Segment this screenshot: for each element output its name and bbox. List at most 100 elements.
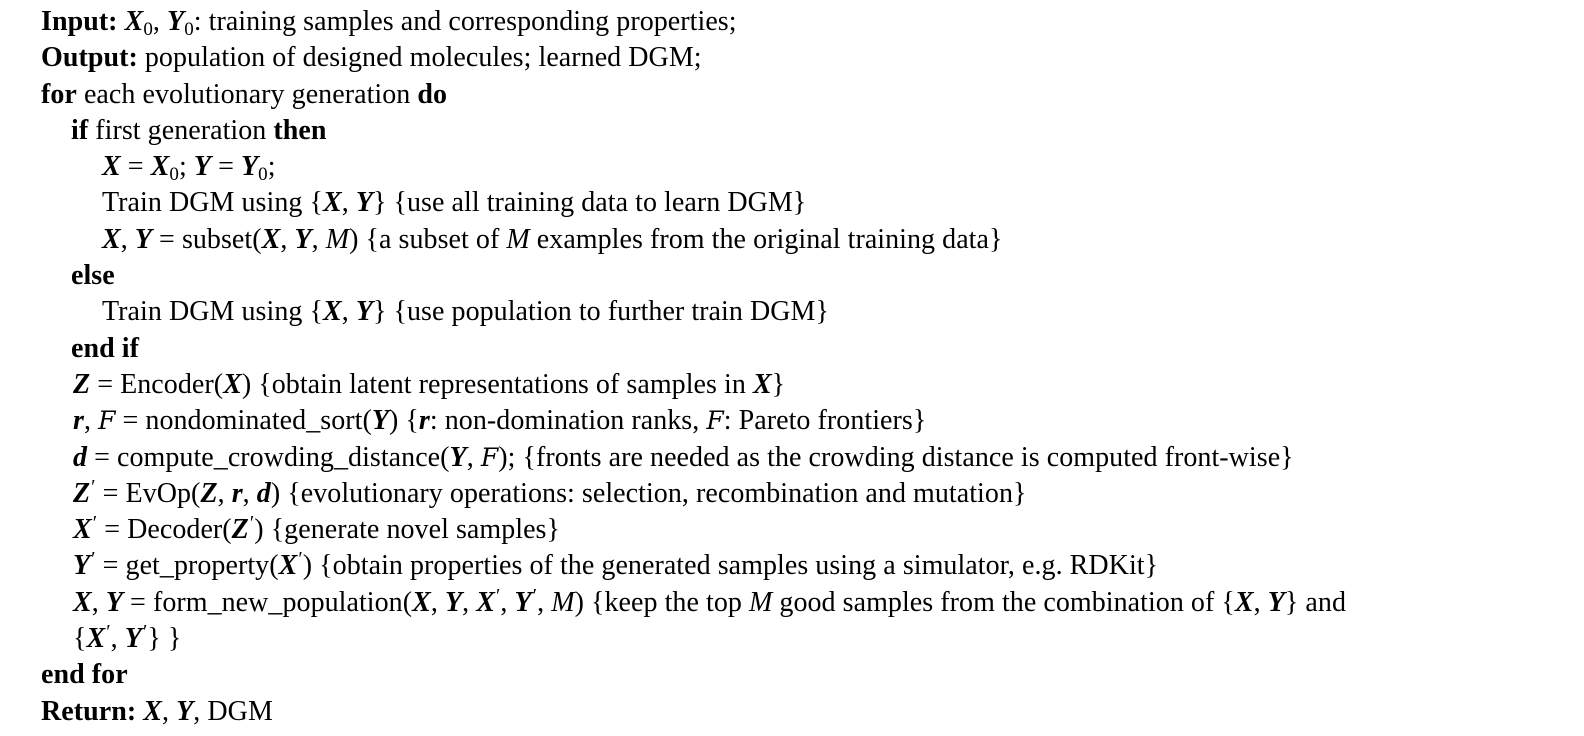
text-run: , DGM <box>193 695 273 727</box>
bold-variable: Y <box>124 623 142 655</box>
decoder-line: X′ = Decoder(Z′) {generate novel samples… <box>41 512 1581 548</box>
text-run <box>118 6 125 37</box>
text-run: } {use population to further train DGM} <box>372 296 829 328</box>
train-line: Train DGM using {X, Y} {use all training… <box>41 185 1581 221</box>
text-run: , <box>91 586 106 618</box>
subscript: 0 <box>143 19 153 40</box>
text-run: = nondominated_sort( <box>115 405 372 437</box>
bold-variable: Y <box>294 223 312 255</box>
text-run: : training samples and corresponding pro… <box>193 6 737 37</box>
text-run: , <box>280 223 295 255</box>
subscript: 0 <box>258 164 268 186</box>
text-run: examples from the original training data… <box>529 223 1003 255</box>
keyword: else <box>71 260 115 292</box>
text-run: , <box>217 477 232 509</box>
bold-variable: Z <box>231 514 249 546</box>
text-run: ) {a subset of <box>349 223 507 255</box>
text-run: = Encoder( <box>90 368 224 400</box>
text-run: , <box>462 586 477 618</box>
text-run: : Pareto frontiers} <box>723 405 927 437</box>
algorithm-block: Input: X0, Y0: training samples and corr… <box>41 4 1581 730</box>
keyword: end for <box>41 659 128 691</box>
text-run: { <box>73 623 87 655</box>
keyword: for <box>41 78 77 110</box>
keyword: Return: <box>41 695 137 727</box>
bold-variable: Y <box>371 405 389 437</box>
for-line: for each evolutionary generation do <box>41 77 1581 113</box>
text-run: , <box>83 405 99 437</box>
text-run: , <box>1253 586 1268 618</box>
bold-variable: Z <box>200 477 218 509</box>
text-run: ) { <box>388 405 419 437</box>
bold-variable: X <box>322 296 342 328</box>
text-run: ) {obtain latent representations of samp… <box>241 368 753 400</box>
bold-variable: X <box>476 586 495 618</box>
text-run: Train DGM using { <box>102 187 323 219</box>
bold-variable: d <box>256 477 271 509</box>
keyword: if <box>71 114 89 146</box>
text-run: good samples from the combination of { <box>772 586 1235 618</box>
text-run: population of designed molecules; learne… <box>137 42 702 74</box>
text-run: } <box>771 368 786 400</box>
text-run: , <box>466 441 481 473</box>
bold-variable: Z <box>73 368 91 400</box>
keyword: end if <box>71 332 139 364</box>
keyword: do <box>417 78 448 110</box>
bold-variable: Y <box>449 441 467 473</box>
text-run: , <box>341 296 356 328</box>
evop-line: Z′ = EvOp(Z, r, d) {evolutionary operati… <box>41 476 1581 512</box>
text-run: Train DGM using { <box>102 296 323 328</box>
bold-variable: Y <box>105 586 123 618</box>
bold-variable: Y <box>193 151 212 183</box>
assign-line: X = X0; Y = Y0; <box>41 149 1581 185</box>
if-line: if first generation then <box>41 113 1581 149</box>
text-run: each evolutionary generation <box>76 78 418 110</box>
else-line: else <box>41 258 1581 294</box>
bold-variable: r <box>418 405 430 437</box>
italic-variable: M <box>748 586 773 618</box>
bold-variable: Y <box>355 187 373 219</box>
bold-variable: Z <box>73 477 91 509</box>
population-line-continued: {X′, Y′} } <box>41 621 1581 657</box>
text-run: = form_new_population( <box>123 586 413 618</box>
calligraphic-symbol: F <box>98 406 116 436</box>
bold-variable: X <box>261 223 281 255</box>
text-run: = <box>120 151 151 183</box>
bold-variable: X <box>412 586 431 618</box>
train-population-line: Train DGM using {X, Y} {use population t… <box>41 294 1581 330</box>
keyword: Input: <box>41 6 118 37</box>
text-run: } and <box>1284 586 1347 618</box>
keyword: then <box>273 114 327 146</box>
bold-variable: X <box>278 550 298 582</box>
text-run: , <box>242 477 257 509</box>
text-run: first generation <box>88 114 274 146</box>
text-run: ); {fronts are needed as the crowding di… <box>498 441 1294 473</box>
calligraphic-symbol: F <box>480 442 499 472</box>
end-if-line: end if <box>41 331 1581 367</box>
return-line: Return: X, Y, DGM <box>41 694 1581 730</box>
input-line: Input: X0, Y0: training samples and corr… <box>41 4 1581 40</box>
bold-variable: Y <box>240 151 259 183</box>
text-run: , <box>311 223 326 255</box>
subscript: 0 <box>184 19 194 40</box>
bold-variable: X <box>86 623 106 655</box>
italic-variable: M <box>325 223 350 255</box>
text-run: = compute_crowding_distance( <box>87 441 450 473</box>
calligraphic-symbol: F <box>706 406 724 436</box>
output-line: Output: population of designed molecules… <box>41 40 1581 76</box>
text-run: ) {keep the top <box>574 586 749 618</box>
bold-variable: Y <box>176 695 194 727</box>
bold-variable: Y <box>444 586 463 618</box>
italic-variable: M <box>506 223 530 255</box>
text-run: = subset( <box>152 223 262 255</box>
bold-variable: Y <box>514 586 532 618</box>
bold-variable: Y <box>355 296 373 328</box>
bold-variable: X <box>752 368 772 400</box>
sort-line: r, F = nondominated_sort(Y) {r: non-domi… <box>41 403 1581 439</box>
bold-variable: Y <box>1267 586 1285 618</box>
text-run: = EvOp( <box>95 477 201 509</box>
text-run: = <box>211 151 241 183</box>
bold-variable: Y <box>167 6 185 37</box>
text-run: , <box>537 586 552 618</box>
bold-variable: d <box>73 441 88 473</box>
